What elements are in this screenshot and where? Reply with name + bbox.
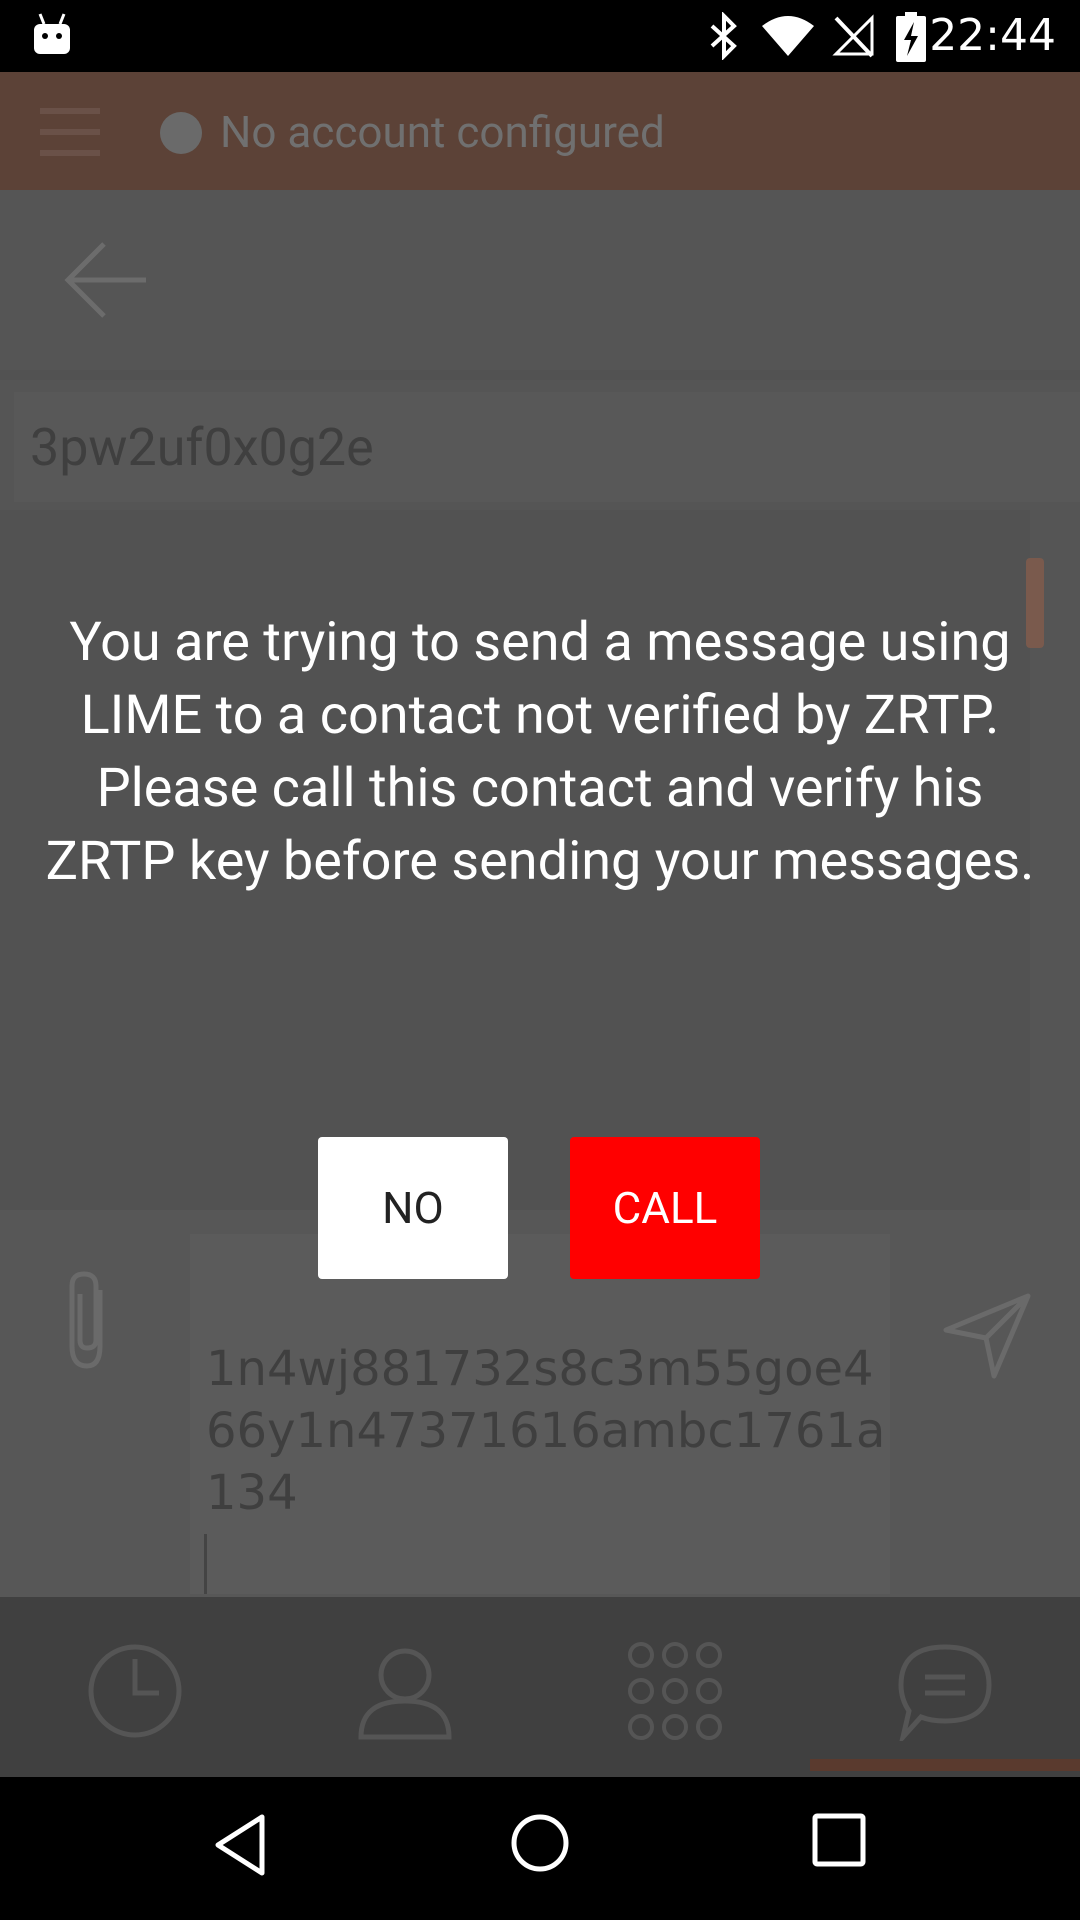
hamburger-menu-icon[interactable] — [40, 102, 100, 162]
no-signal-icon — [832, 14, 874, 58]
battery-charging-icon — [896, 12, 926, 62]
wifi-icon — [762, 16, 814, 56]
nav-recents-icon[interactable] — [812, 1813, 866, 1867]
back-arrow-icon[interactable] — [64, 240, 148, 320]
contacts-person-icon[interactable] — [355, 1641, 455, 1741]
dialer-keypad-icon[interactable] — [625, 1641, 725, 1741]
bluetooth-icon — [710, 12, 737, 60]
no-button[interactable]: NO — [318, 1137, 508, 1279]
contact-address: 3pw2uf0x0g2e — [30, 417, 374, 478]
zrtp-warning-message: You are trying to send a message using L… — [45, 611, 1035, 893]
chat-bubble-icon[interactable] — [895, 1641, 995, 1741]
history-clock-icon[interactable] — [85, 1641, 185, 1741]
android-debug-icon — [34, 13, 70, 54]
account-status-label: No account configured — [220, 106, 665, 158]
send-icon[interactable] — [942, 1290, 1032, 1380]
text-cursor — [204, 1534, 207, 1594]
status-bar: 22:44 — [0, 0, 1080, 72]
call-button[interactable]: CALL — [570, 1137, 760, 1279]
contact-address-field[interactable]: 3pw2uf0x0g2e — [14, 392, 1080, 502]
nav-back-icon[interactable] — [212, 1813, 268, 1877]
bottom-tab-bar — [0, 1597, 1080, 1777]
app-toolbar: No account configured — [0, 72, 1080, 190]
nav-home-icon[interactable] — [510, 1813, 570, 1873]
active-tab-indicator — [810, 1759, 1080, 1771]
header-divider — [0, 370, 1080, 380]
message-input[interactable]: 1n4wj881732s8c3m55goe466y1n47371616ambc1… — [190, 1234, 890, 1594]
account-status-dot — [160, 112, 202, 154]
message-input-text: 1n4wj881732s8c3m55goe466y1n47371616ambc1… — [206, 1341, 886, 1521]
system-nav-bar — [0, 1777, 1080, 1920]
attach-paperclip-icon[interactable] — [60, 1270, 114, 1370]
compose-area: 1n4wj881732s8c3m55goe466y1n47371616ambc1… — [0, 1210, 1080, 1597]
status-clock: 22:44 — [929, 10, 1056, 61]
